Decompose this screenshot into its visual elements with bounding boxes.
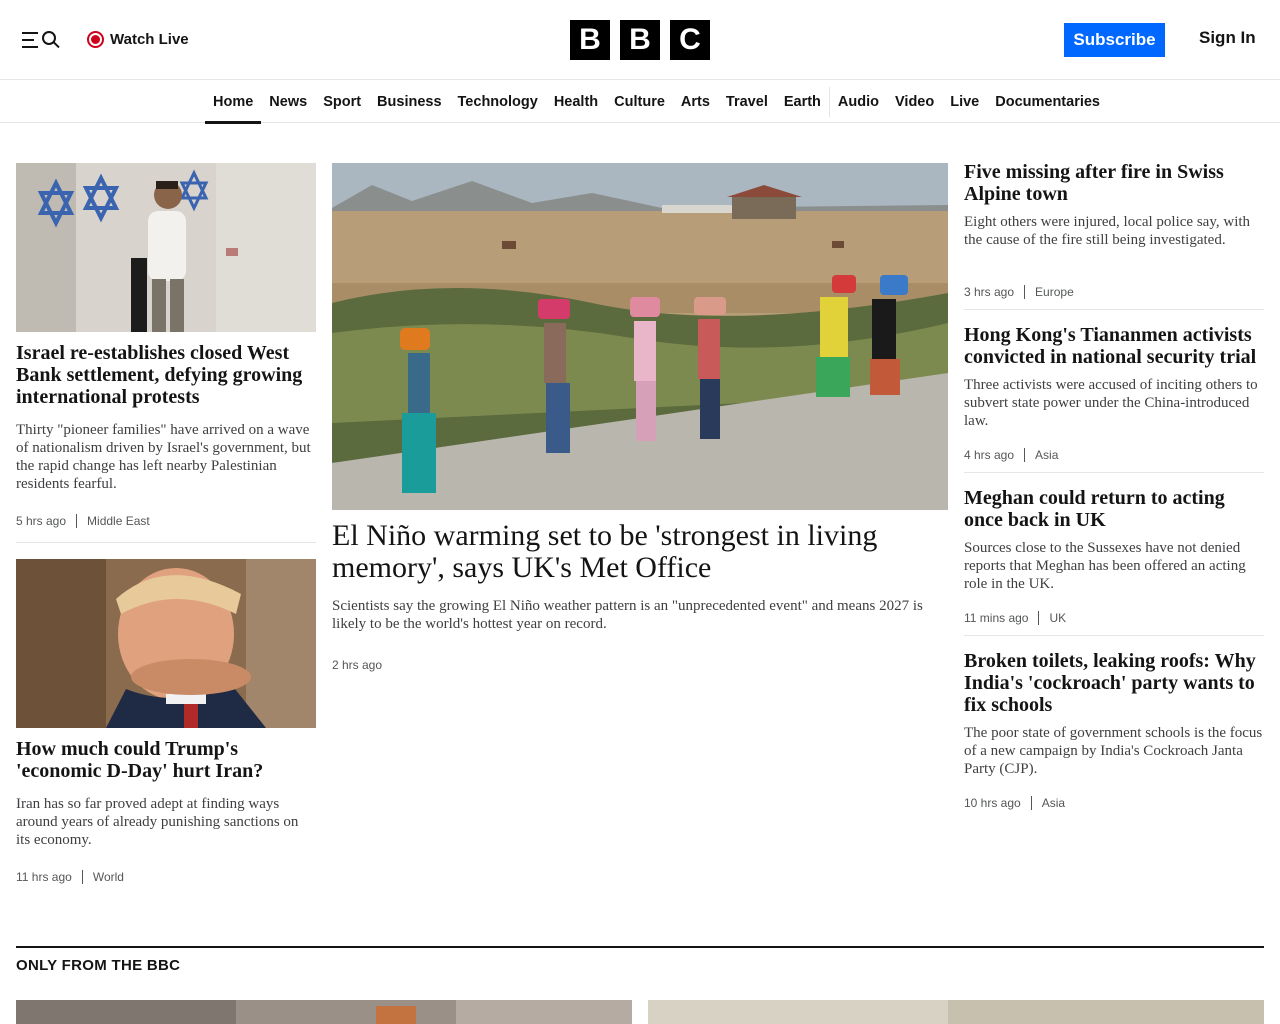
logo-letter: B bbox=[620, 20, 660, 60]
lead-story-image[interactable] bbox=[332, 163, 948, 510]
watch-live-link[interactable]: Watch Live bbox=[87, 28, 189, 50]
story-time: 4 hrs ago bbox=[964, 448, 1015, 462]
meta-separator bbox=[76, 514, 78, 528]
story-headline[interactable]: Hong Kong's Tiananmen activists convicte… bbox=[964, 324, 1264, 368]
watch-live-label: Watch Live bbox=[110, 30, 189, 48]
menu-icon bbox=[22, 32, 38, 34]
meta-separator bbox=[1030, 796, 1032, 810]
story-image-trump[interactable] bbox=[16, 559, 316, 728]
story-headline[interactable]: Broken toilets, leaking roofs: Why India… bbox=[964, 650, 1264, 716]
nav-list: Home News Sport Business Technology Heal… bbox=[205, 81, 1108, 124]
story-headline[interactable]: Israel re-establishes closed West Bank s… bbox=[16, 342, 316, 408]
nav-item-business[interactable]: Business bbox=[369, 81, 449, 123]
story-headline[interactable]: Meghan could return to acting once back … bbox=[964, 487, 1264, 531]
story-time: 5 hrs ago bbox=[16, 514, 67, 528]
logo-letter: C bbox=[670, 20, 710, 60]
right-story: Five missing after fire in Swiss Alpine … bbox=[964, 161, 1264, 249]
story-divider bbox=[964, 472, 1264, 473]
story-meta: 3 hrs ago Europe bbox=[964, 285, 1074, 299]
logo-letter: B bbox=[570, 20, 610, 60]
feature-photo bbox=[16, 1000, 632, 1024]
story-divider bbox=[964, 635, 1264, 636]
story-headline[interactable]: How much could Trump's 'economic D-Day' … bbox=[16, 738, 316, 782]
right-story: Hong Kong's Tiananmen activists convicte… bbox=[964, 324, 1264, 430]
story-headline[interactable]: Five missing after fire in Swiss Alpine … bbox=[964, 161, 1264, 205]
nav-item-live[interactable]: Live bbox=[942, 81, 987, 123]
nav-item-documentaries[interactable]: Documentaries bbox=[987, 81, 1108, 123]
nav-item-news[interactable]: News bbox=[261, 81, 315, 123]
right-story: Broken toilets, leaking roofs: Why India… bbox=[964, 650, 1264, 778]
story-summary: Iran has so far proved adept at finding … bbox=[16, 796, 299, 848]
story-time: 2 hrs ago bbox=[332, 658, 383, 672]
feature-image[interactable] bbox=[16, 1000, 632, 1024]
section-title: ONLY FROM THE BBC bbox=[16, 957, 181, 974]
meta-separator bbox=[1024, 285, 1026, 299]
subscribe-button[interactable]: Subscribe bbox=[1064, 23, 1165, 57]
sign-in-button[interactable]: Sign In bbox=[1199, 28, 1256, 48]
lead-story-meta: 2 hrs ago bbox=[332, 658, 382, 672]
trump-photo bbox=[16, 559, 316, 728]
menu-icon-bar bbox=[22, 39, 34, 41]
nav-item-earth[interactable]: Earth bbox=[776, 81, 829, 123]
story-section-link[interactable]: Asia bbox=[1042, 796, 1065, 810]
bbc-logo[interactable]: B B C bbox=[570, 20, 710, 60]
nav-item-sport[interactable]: Sport bbox=[315, 81, 369, 123]
right-story: Meghan could return to acting once back … bbox=[964, 487, 1264, 593]
search-icon-handle bbox=[53, 41, 60, 49]
nav-item-travel[interactable]: Travel bbox=[718, 81, 776, 123]
story-section-link[interactable]: UK bbox=[1049, 611, 1066, 625]
meta-separator bbox=[1024, 448, 1026, 462]
top-header: Watch Live B B C Subscribe Sign In bbox=[0, 0, 1280, 80]
israel-photo bbox=[16, 163, 316, 332]
story-section-link[interactable]: World bbox=[93, 870, 124, 884]
story-section-link[interactable]: Europe bbox=[1035, 285, 1074, 299]
story-meta: 5 hrs ago Middle East bbox=[16, 514, 150, 528]
story-section-link[interactable]: Asia bbox=[1035, 448, 1058, 462]
menu-icon-bar bbox=[22, 46, 38, 48]
nav-item-home[interactable]: Home bbox=[205, 81, 262, 124]
feature-image[interactable] bbox=[648, 1000, 1264, 1024]
story-summary: Sources close to the Sussexes have not d… bbox=[964, 540, 1246, 592]
story-meta: 10 hrs ago Asia bbox=[964, 796, 1065, 810]
story-time: 11 hrs ago bbox=[16, 870, 72, 884]
story-meta: 11 mins ago UK bbox=[964, 611, 1066, 625]
live-icon bbox=[87, 30, 104, 48]
story-summary: Eight others were injured, local police … bbox=[964, 214, 1251, 248]
story-image-israel[interactable] bbox=[16, 163, 316, 332]
story-divider bbox=[964, 309, 1264, 310]
nav-item-video[interactable]: Video bbox=[887, 81, 942, 123]
feature-photo bbox=[648, 1000, 1264, 1024]
story-time: 3 hrs ago bbox=[964, 285, 1015, 299]
story-section-link[interactable]: Middle East bbox=[87, 514, 150, 528]
story-summary: Thirty "pioneer families" have arrived o… bbox=[16, 422, 311, 492]
story-meta: 11 hrs ago World bbox=[16, 870, 124, 884]
el-nino-photo bbox=[332, 163, 948, 510]
nav-item-culture[interactable]: Culture bbox=[606, 81, 673, 123]
meta-separator bbox=[1038, 611, 1040, 625]
story-time: 10 hrs ago bbox=[964, 796, 1021, 810]
section-rule bbox=[16, 946, 1264, 948]
nav-item-arts[interactable]: Arts bbox=[673, 81, 718, 123]
nav-item-audio[interactable]: Audio bbox=[830, 81, 887, 123]
story-meta: 4 hrs ago Asia bbox=[964, 448, 1058, 462]
story-divider bbox=[16, 542, 316, 543]
story-summary: The poor state of government schools is … bbox=[964, 725, 1263, 777]
meta-separator bbox=[81, 870, 83, 884]
nav-item-technology[interactable]: Technology bbox=[450, 81, 546, 123]
main-nav: Home News Sport Business Technology Heal… bbox=[0, 81, 1280, 124]
story-time: 11 mins ago bbox=[964, 611, 1029, 625]
menu-search-button[interactable] bbox=[20, 27, 62, 53]
lead-story-headline[interactable]: El Niño warming set to be 'strongest in … bbox=[332, 520, 948, 584]
lead-story-summary: Scientists say the growing El Niño weath… bbox=[332, 598, 923, 632]
nav-item-health[interactable]: Health bbox=[546, 81, 606, 123]
story-summary: Three activists were accused of inciting… bbox=[964, 377, 1258, 429]
